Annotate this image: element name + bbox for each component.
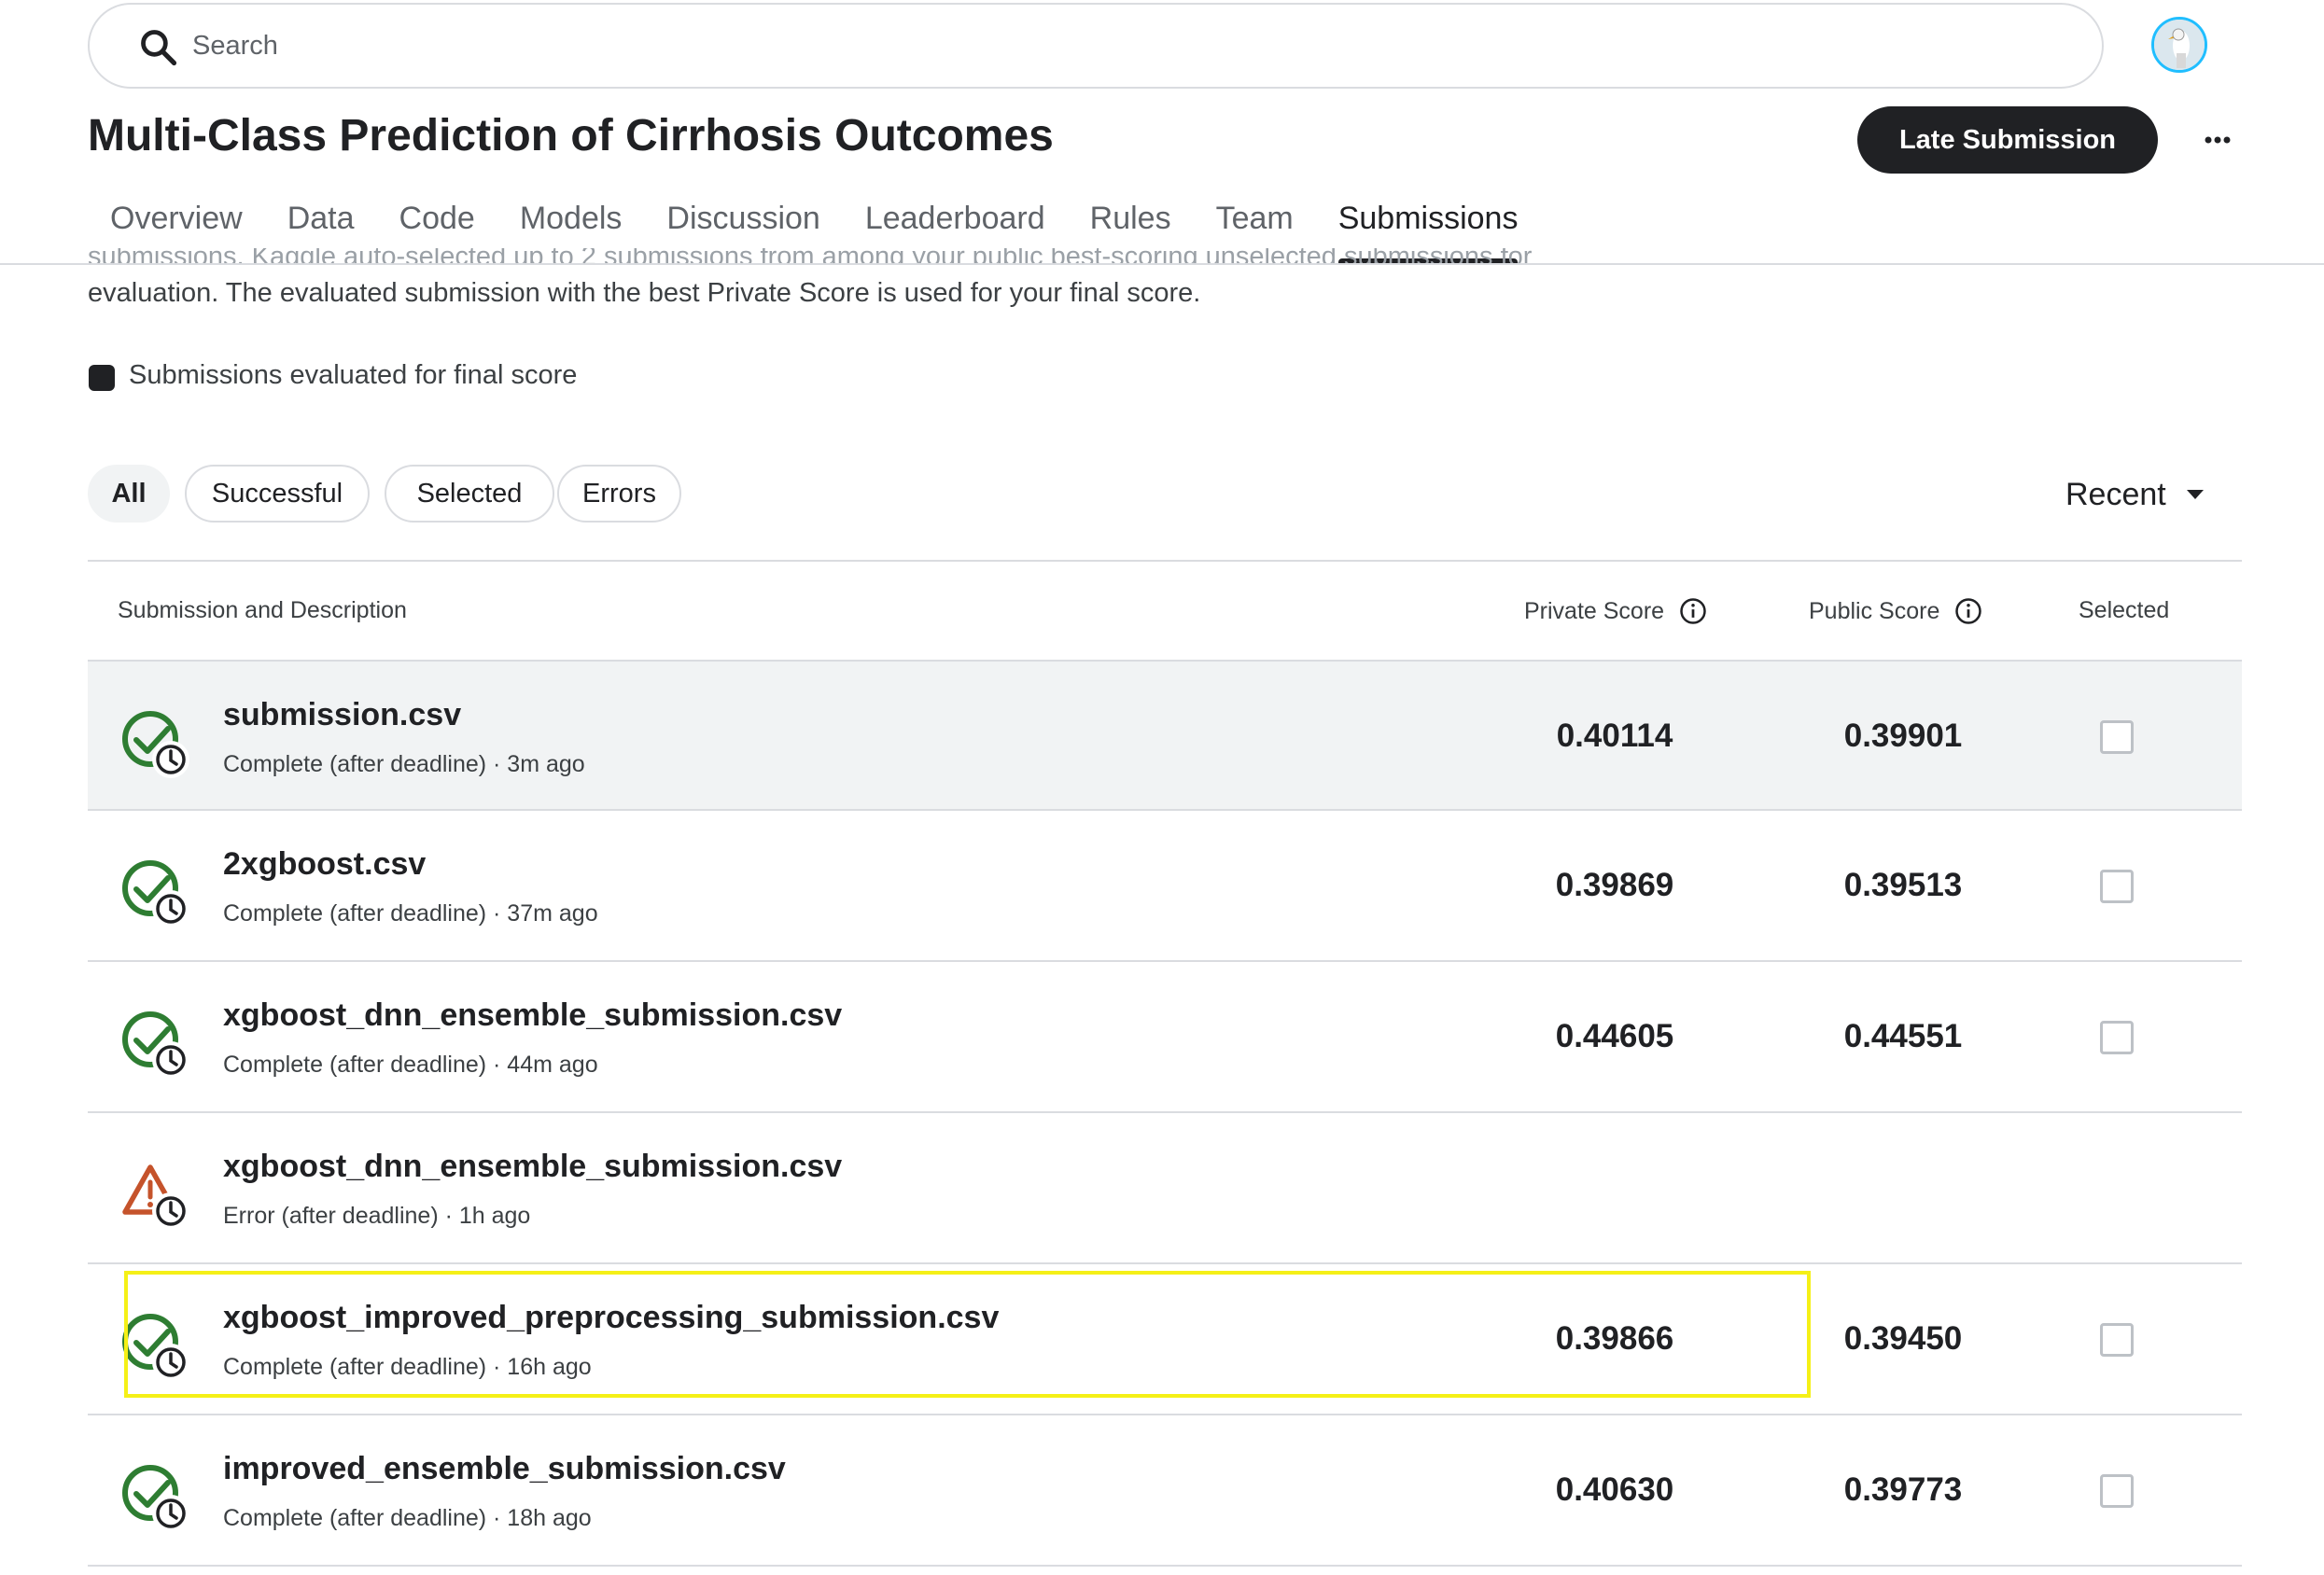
public-score: 0.39513 — [1843, 867, 1963, 903]
info-icon[interactable] — [1954, 597, 1982, 625]
table-row[interactable]: improved_ensemble_submission.csv Complet… — [88, 1415, 2242, 1567]
submission-filename[interactable]: submission.csv — [223, 697, 461, 733]
table-row[interactable]: submission.csv Complete (after deadline)… — [88, 660, 2242, 811]
search-input[interactable] — [192, 5, 1872, 87]
select-checkbox[interactable] — [2100, 1323, 2134, 1357]
submission-filename[interactable]: improved_ensemble_submission.csv — [223, 1451, 786, 1487]
submission-status: Complete (after deadline) · 3m ago — [223, 751, 585, 777]
header-submission-label: Submission and Description — [118, 597, 407, 623]
legend-label: Submissions evaluated for final score — [129, 360, 578, 390]
filter-selected[interactable]: Selected — [385, 465, 554, 523]
sort-label: Recent — [2065, 476, 2166, 512]
header-submission: Submission and Description — [118, 597, 407, 624]
submissions-description: evaluation. The evaluated submission wit… — [88, 278, 1201, 308]
filter-errors[interactable]: Errors — [557, 465, 681, 523]
page-title: Multi-Class Prediction of Cirrhosis Outc… — [88, 111, 1054, 160]
submission-filename[interactable]: 2xgboost.csv — [223, 846, 426, 883]
header-private-label: Private Score — [1524, 597, 1665, 624]
info-icon[interactable] — [1679, 597, 1707, 625]
private-score: 0.39869 — [1555, 867, 1674, 903]
caret-down-icon — [2186, 490, 2204, 499]
submission-status: Error (after deadline) · 1h ago — [223, 1203, 531, 1229]
more-options-button[interactable] — [2199, 119, 2236, 160]
complete-status-icon — [122, 711, 189, 778]
error-warning-icon — [122, 1164, 189, 1230]
public-score: 0.39773 — [1843, 1471, 1963, 1508]
tabs-divider — [0, 263, 2324, 265]
header-public-label: Public Score — [1809, 597, 1940, 624]
avatar[interactable] — [2151, 17, 2207, 73]
submission-filename[interactable]: xgboost_dnn_ensemble_submission.csv — [223, 1149, 842, 1185]
search-bar[interactable] — [88, 3, 2104, 89]
header-selected: Selected — [2079, 597, 2169, 624]
more-horizontal-icon — [2205, 136, 2231, 144]
submission-status: Complete (after deadline) · 37m ago — [223, 900, 598, 927]
private-score: 0.40114 — [1556, 718, 1673, 754]
highlight-box — [124, 1271, 1811, 1398]
private-score: 0.40630 — [1555, 1471, 1674, 1508]
select-checkbox[interactable] — [2100, 720, 2134, 754]
table-row[interactable]: 2xgboost.csv Complete (after deadline) ·… — [88, 811, 2242, 962]
public-score: 0.44551 — [1843, 1018, 1963, 1054]
submission-status: Complete (after deadline) · 44m ago — [223, 1052, 598, 1078]
submission-status: Complete (after deadline) · 18h ago — [223, 1505, 592, 1531]
public-score: 0.39450 — [1843, 1320, 1963, 1357]
private-score: 0.44605 — [1555, 1018, 1674, 1054]
submission-filename[interactable]: xgboost_dnn_ensemble_submission.csv — [223, 997, 842, 1034]
header-public-score: Public Score — [1809, 597, 1982, 625]
complete-status-icon — [122, 860, 189, 927]
table-row[interactable]: xgboost_dnn_ensemble_submission.csv Comp… — [88, 962, 2242, 1113]
select-checkbox[interactable] — [2100, 870, 2134, 903]
complete-status-icon — [122, 1465, 189, 1532]
select-checkbox[interactable] — [2100, 1021, 2134, 1054]
public-score: 0.39901 — [1843, 718, 1963, 754]
search-icon — [141, 30, 177, 66]
table-top-border — [88, 560, 2242, 562]
filter-all[interactable]: All — [88, 465, 170, 523]
select-checkbox[interactable] — [2100, 1474, 2134, 1508]
late-submission-button[interactable]: Late Submission — [1857, 106, 2158, 174]
header-private-score: Private Score — [1524, 597, 1707, 625]
avatar-image — [2154, 20, 2205, 70]
complete-status-icon — [122, 1011, 189, 1079]
legend-swatch — [89, 365, 115, 391]
header-selected-label: Selected — [2079, 597, 2170, 623]
sort-dropdown[interactable]: Recent — [2065, 470, 2205, 519]
filter-successful[interactable]: Successful — [185, 465, 370, 523]
table-row[interactable]: xgboost_dnn_ensemble_submission.csv Erro… — [88, 1113, 2242, 1264]
